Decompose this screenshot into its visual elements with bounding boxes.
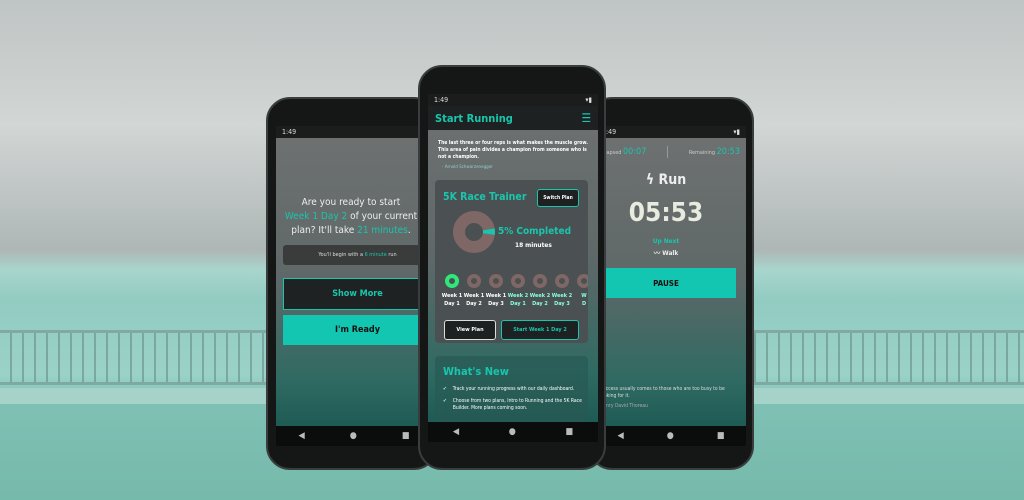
quote-author: - Arnold Schwarzenegger (442, 165, 493, 170)
recents-icon[interactable]: ■ (717, 431, 725, 441)
day-label: WD (581, 293, 587, 307)
middle-phone: 1:49 ▾▮ Start Running ☰ The last three or… (418, 65, 606, 470)
hamburger-menu-icon[interactable]: ☰ (581, 111, 591, 125)
day-status-circle (577, 274, 588, 288)
up-next-label: Up Next (652, 237, 680, 245)
status-time: 1:49 (282, 128, 297, 136)
switch-plan-button[interactable]: Switch Plan (537, 189, 579, 207)
nav-bar: ◀ ● ■ (276, 426, 432, 446)
day-item[interactable]: Week 1 Day 2 (463, 274, 485, 308)
day-item[interactable]: Week 2 Day 1 (507, 274, 529, 308)
countdown-timer: 05:53 (628, 198, 704, 228)
recents-icon[interactable]: ■ (402, 431, 410, 441)
divider (667, 146, 669, 158)
recents-icon[interactable]: ■ (565, 427, 573, 437)
right-screen: 1:49 ▾▮ Elapsed 00:07 Remaining 20:53 ϟ R… (596, 126, 746, 426)
elapsed-time: 00:07 (623, 147, 647, 157)
back-icon[interactable]: ◀ (299, 431, 305, 441)
day-status-circle (489, 274, 503, 288)
day-item[interactable]: Week 2 Day 2 (529, 274, 551, 308)
day-status-circle (555, 274, 569, 288)
day-status-circle (511, 274, 525, 288)
progress-donut (453, 211, 495, 253)
plan-card: 5K Race Trainer Switch Plan 5% Completed… (435, 180, 588, 343)
day-item[interactable]: WD (573, 274, 588, 308)
ready-prompt: Are you ready to start Week 1 Day 2 of y… (284, 197, 418, 236)
right-phone: 1:49 ▾▮ Elapsed 00:07 Remaining 20:53 ϟ R… (588, 97, 754, 470)
completed-label: 5% Completed (498, 226, 572, 237)
day-label: Week 2 Day 1 (507, 293, 529, 307)
whats-new-card: What's New ✔ Track your running progress … (435, 356, 588, 422)
show-more-button[interactable]: Show More (283, 278, 432, 310)
day-item[interactable]: Week 1 Day 3 (485, 274, 507, 308)
minutes-label: 18 minutes (515, 241, 552, 249)
back-icon[interactable]: ◀ (453, 427, 459, 437)
start-workout-button[interactable]: Start Week 1 Day 2 (501, 320, 579, 340)
day-label: Week 1 Day 1 (441, 293, 463, 307)
view-plan-button[interactable]: View Plan (444, 320, 496, 340)
quote-author: Henry David Thoreau (600, 403, 648, 409)
day-item[interactable]: Week 2 Day 3 (551, 274, 573, 308)
status-time: 1:49 (434, 96, 449, 104)
day-label: Week 2 Day 2 (529, 293, 551, 307)
app-title: Start Running (435, 111, 513, 125)
check-icon: ✔ (443, 398, 447, 404)
nav-bar: ◀ ● ■ (428, 422, 598, 442)
day-label: Week 2 Day 3 (551, 293, 573, 307)
wifi-icon: ▾▮ (585, 96, 592, 104)
day-progress-row: Week 1 Day 1 Week 1 Day 2 Week 1 Day 3 Week 2D… (441, 274, 588, 308)
whats-new-item: ✔ Choose from two plans, Intro to Running… (443, 398, 582, 411)
day-status-circle (445, 274, 459, 288)
whats-new-item: ✔ Track your running progress with our da… (443, 386, 575, 392)
quote-text: The last three or four reps is what make… (438, 140, 588, 160)
day-status-circle (467, 274, 481, 288)
plan-name: 5K Race Trainer (443, 191, 527, 203)
nav-bar: ◀ ● ■ (596, 426, 746, 446)
activity-label: Run (658, 172, 687, 188)
im-ready-button[interactable]: I'm Ready (283, 315, 432, 345)
home-icon[interactable]: ● (350, 431, 357, 441)
middle-screen: 1:49 ▾▮ Start Running ☰ The last three or… (428, 94, 598, 422)
quote-text: Success usually comes to those who are t… (600, 386, 725, 399)
home-icon[interactable]: ● (509, 427, 516, 437)
pause-button[interactable]: PAUSE (596, 268, 736, 298)
whats-new-title: What's New (443, 365, 509, 378)
app-header: Start Running ☰ (428, 106, 598, 130)
begin-info: You'll begin with a 6 minute run (283, 245, 432, 265)
lightning-icon: ϟ (645, 172, 655, 188)
pulse-icon: 〰 (653, 249, 661, 257)
day-item[interactable]: Week 1 Day 1 (441, 274, 463, 308)
remaining-time: 20:53 (716, 147, 740, 157)
wifi-icon: ▾▮ (733, 128, 740, 136)
home-icon[interactable]: ● (667, 431, 674, 441)
left-phone: 1:49▾▮ Are you ready to start Week 1 Day… (266, 97, 438, 470)
back-icon[interactable]: ◀ (618, 431, 624, 441)
left-screen: 1:49▾▮ Are you ready to start Week 1 Day… (276, 126, 432, 426)
day-label: Week 1 Day 2 (463, 293, 485, 307)
day-status-circle (533, 274, 547, 288)
check-icon: ✔ (443, 386, 447, 392)
day-label: Week 1 Day 3 (485, 293, 507, 307)
